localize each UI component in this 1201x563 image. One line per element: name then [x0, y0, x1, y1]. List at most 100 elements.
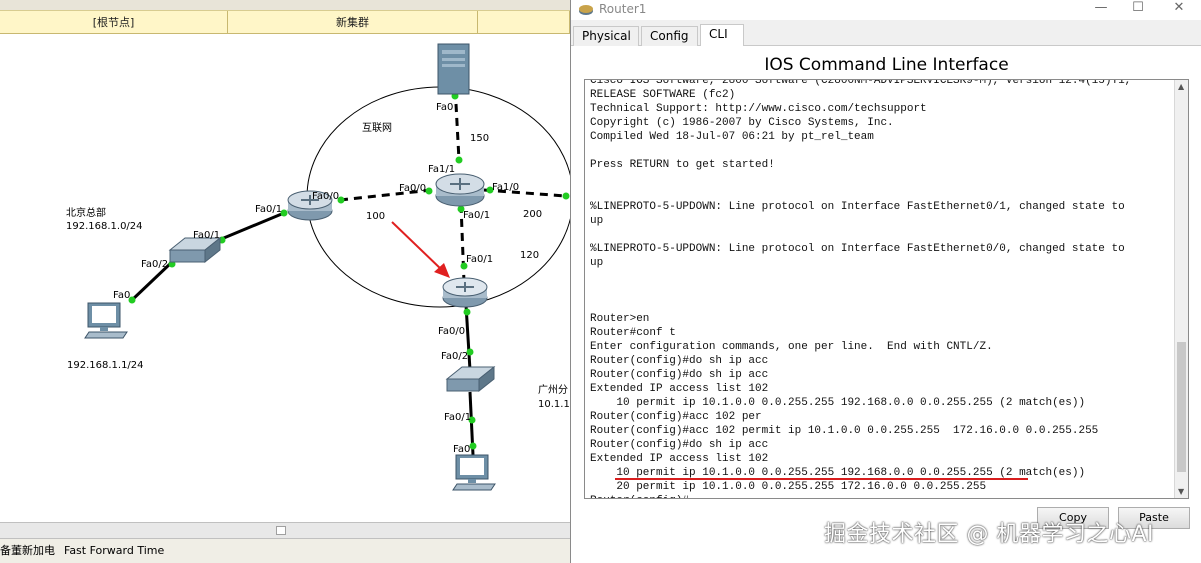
scroll-up-icon[interactable]: ▲ [1178, 82, 1184, 91]
window-title: Router1 [599, 2, 647, 16]
maximize-button[interactable]: ☐ [1123, 0, 1153, 18]
console-line: Router#conf t [590, 327, 676, 339]
port-label: Fa0 [453, 444, 470, 455]
tab-config[interactable]: Config [641, 26, 698, 46]
topology-workspace[interactable]: [根节点] 新集群 互联网 150 100 200 120 Fa0 Fa1/1 … [0, 0, 570, 563]
screen: [根节点] 新集群 互联网 150 100 200 120 Fa0 Fa1/1 … [0, 0, 1201, 563]
port-label: Fa1/1 [428, 164, 455, 175]
port-label: Fa0/1 [463, 210, 490, 221]
link-cost-200: 200 [523, 209, 542, 220]
console-line: Extended IP access list 102 [590, 453, 769, 465]
port-label: Fa0/1 [444, 412, 471, 423]
guangzhou-switch-icon[interactable] [445, 365, 496, 393]
port-label: Fa0/1 [193, 230, 220, 241]
guangzhou-subnet-label: 10.1.1 [538, 399, 570, 410]
red-underline-annotation [615, 478, 1028, 480]
watermark-text: 掘金技术社区 @ 机器学习之心AI [824, 522, 1155, 547]
port-label: Fa0/2 [441, 351, 468, 362]
cli-heading: IOS Command Line Interface [764, 55, 1009, 75]
link-cost-100: 100 [366, 211, 385, 222]
beijing-subnet-label: 192.168.1.0/24 [66, 221, 143, 232]
port-light [455, 156, 463, 164]
guangzhou-pc-icon[interactable] [452, 454, 496, 491]
port-label: Fa0/0 [312, 191, 339, 202]
port-label: Fa0/1 [466, 254, 493, 265]
tab-bar: Physical Config CLI [571, 24, 1201, 47]
port-light [463, 308, 471, 316]
minimize-button[interactable]: — [1086, 0, 1116, 18]
toolbar-strip [0, 0, 570, 10]
port-label: Fa1/0 [492, 182, 519, 193]
server-icon[interactable] [437, 43, 470, 95]
port-label: Fa0/2 [141, 259, 168, 270]
port-label: Fa0 [436, 102, 453, 113]
beijing-switch-icon[interactable] [168, 236, 222, 264]
port-label: Fa0 [113, 290, 130, 301]
scrollbar-thumb[interactable] [1177, 342, 1186, 472]
port-label: Fa0/0 [399, 183, 426, 194]
console-line: Router(config)#acc 102 permit ip 10.1.0.… [590, 425, 1099, 437]
router-app-icon [579, 5, 593, 15]
tab-cli[interactable]: CLI [700, 24, 744, 47]
console-line: %LINEPROTO-5-UPDOWN: Line protocol on In… [590, 243, 1125, 255]
topology-canvas[interactable]: 互联网 150 100 200 120 Fa0 Fa1/1 Fa1/0 Fa0/… [0, 34, 570, 522]
root-node-button[interactable]: [根节点] [0, 11, 228, 34]
beijing-pc-icon[interactable] [84, 302, 128, 339]
port-light [469, 442, 477, 450]
console-line: %LINEPROTO-5-UPDOWN: Line protocol on In… [590, 201, 1125, 213]
console-line: Copyright (c) 1986-2007 by Cisco Systems… [590, 117, 894, 129]
status-bar: 备董新加电 Fast Forward Time [0, 538, 570, 563]
console-line: Router(config)#acc 102 per [590, 411, 762, 423]
console-line: RELEASE SOFTWARE (fc2) [590, 89, 736, 101]
console-line: Compiled Wed 18-Jul-07 06:21 by pt_rel_t… [590, 131, 874, 143]
console-line: Extended IP access list 102 [590, 383, 769, 395]
console-line: up [590, 257, 604, 269]
console-vertical-scrollbar[interactable]: ▲ ▼ [1174, 80, 1188, 498]
close-button[interactable]: ✕ [1164, 0, 1194, 18]
console-line: Router(config)#do sh ip acc [590, 355, 769, 367]
guangzhou-site-label: 广州分 [538, 384, 568, 396]
port-label: Fa0/0 [438, 326, 465, 337]
cli-panel: IOS Command Line Interface Cisco IOS Sof… [571, 46, 1201, 563]
red-arrow-annotation [391, 221, 450, 278]
console-line: Router(config)#do sh ip acc [590, 439, 769, 451]
guangzhou-router-icon[interactable] [442, 277, 488, 308]
port-light [425, 187, 433, 195]
core-router-icon[interactable] [435, 173, 485, 207]
port-label: Fa0/1 [255, 204, 282, 215]
console-line: Router(config)# [590, 494, 1172, 498]
console-output[interactable]: Cisco IOS Software, 2800 Software (C2800… [590, 79, 1172, 498]
link-server-core [454, 103, 461, 161]
console-line: Router>en [590, 313, 650, 325]
window-titlebar[interactable]: Router1 — ☐ ✕ [571, 0, 1201, 20]
horizontal-scrollbar[interactable] [0, 522, 570, 538]
console-line: Press RETURN to get started! [590, 159, 775, 171]
cli-console[interactable]: Cisco IOS Software, 2800 Software (C2800… [584, 79, 1189, 499]
port-light [562, 192, 570, 200]
console-line: Cisco IOS Software, 2800 Software (C2800… [590, 79, 1132, 87]
power-cycle-devices-label[interactable]: 备董新加电 [0, 539, 55, 563]
scrollbar-thumb[interactable] [276, 526, 286, 535]
workspace-header: [根节点] 新集群 [0, 10, 570, 34]
link-bjrouter-switch [218, 211, 285, 242]
header-empty-segment [478, 11, 570, 34]
scroll-down-icon[interactable]: ▼ [1178, 487, 1184, 496]
router-window: Router1 — ☐ ✕ Physical Config CLI IOS Co… [570, 0, 1201, 563]
console-line: Enter configuration commands, one per li… [590, 341, 993, 353]
link-cost-150: 150 [470, 133, 489, 144]
console-line: Router(config)#do sh ip acc [590, 369, 769, 381]
link-cost-120: 120 [520, 250, 539, 261]
internet-label: 互联网 [362, 122, 392, 134]
console-line: 20 permit ip 10.1.0.0 0.0.255.255 172.16… [590, 481, 987, 493]
tab-physical[interactable]: Physical [573, 26, 639, 46]
console-line: up [590, 215, 604, 227]
cluster-label[interactable]: 新集群 [228, 11, 478, 34]
fast-forward-time-button[interactable]: Fast Forward Time [64, 539, 164, 563]
console-line: 10 permit ip 10.1.0.0 0.0.255.255 192.16… [590, 397, 1086, 409]
